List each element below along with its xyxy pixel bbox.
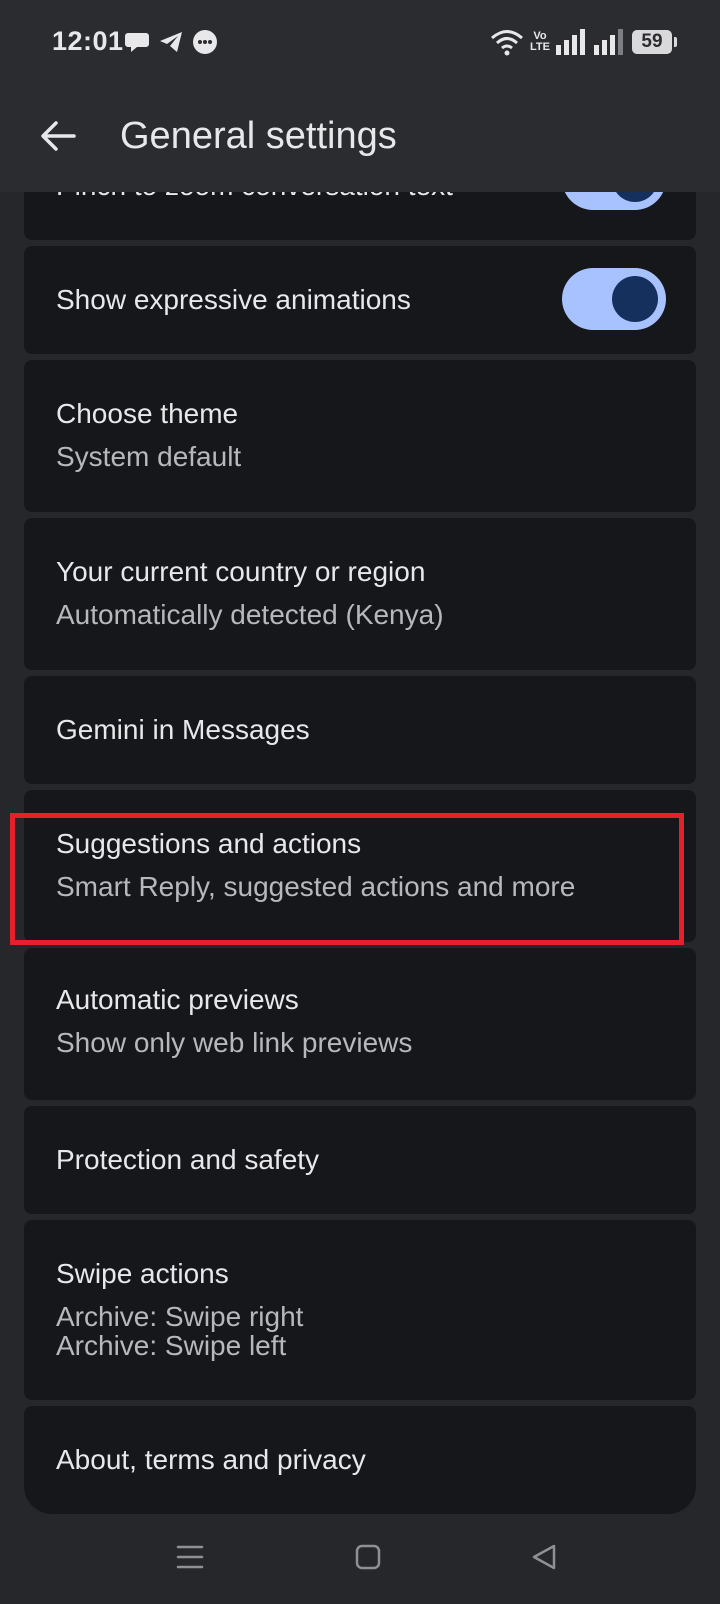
notification-icons: [124, 28, 218, 56]
nav-back-button[interactable]: [514, 1530, 574, 1584]
setting-expressive-animations[interactable]: Show expressive animations: [24, 246, 696, 354]
setting-suggestions-actions[interactable]: Suggestions and actions Smart Reply, sug…: [24, 790, 696, 942]
battery-level: 59: [641, 31, 663, 52]
setting-title: Automatic previews: [56, 984, 299, 1015]
setting-title: Swipe actions: [56, 1258, 229, 1289]
setting-choose-theme[interactable]: Choose theme System default: [24, 360, 696, 512]
setting-value: Automatically detected (Kenya): [56, 599, 444, 630]
page-title: General settings: [120, 115, 397, 157]
setting-value: Smart Reply, suggested actions and more: [56, 871, 576, 902]
message-dots-icon: [193, 30, 217, 54]
arrow-left-icon: [41, 121, 76, 151]
setting-protection-safety[interactable]: Protection and safety: [24, 1106, 696, 1214]
toggle-thumb: [612, 276, 658, 322]
setting-country-region[interactable]: Your current country or region Automatic…: [24, 518, 696, 670]
home-button[interactable]: [338, 1530, 398, 1584]
status-bar: 12:01 Vo LTE 59: [0, 0, 720, 84]
app-bar: General settings: [0, 84, 720, 192]
swipe-left-value: Archive: Swipe left: [56, 1330, 287, 1361]
wifi-icon: [491, 30, 524, 56]
chat-bubble-icon: [125, 33, 149, 52]
telegram-icon: [160, 32, 182, 52]
signal-strength-icon: [556, 29, 585, 55]
setting-title: Your current country or region: [56, 556, 426, 587]
setting-automatic-previews[interactable]: Automatic previews Show only web link pr…: [24, 948, 696, 1100]
setting-swipe-actions[interactable]: Swipe actions Archive: Swipe right Archi…: [24, 1220, 696, 1400]
status-time: 12:01: [52, 26, 124, 56]
square-home-icon: [355, 1544, 381, 1570]
back-button[interactable]: [28, 106, 88, 166]
setting-value: Show only web link previews: [56, 1027, 413, 1058]
status-icons: Vo LTE 59: [490, 26, 677, 58]
setting-title: Suggestions and actions: [56, 828, 362, 859]
setting-value: Archive: Swipe right Archive: Swipe left: [56, 1302, 303, 1360]
signal-strength-2-icon: [594, 29, 623, 55]
battery-icon: 59: [632, 30, 677, 54]
recents-button[interactable]: [160, 1530, 220, 1584]
navigation-bar: [0, 1510, 720, 1604]
menu-icon: [176, 1545, 204, 1569]
setting-title: Gemini in Messages: [56, 714, 310, 745]
setting-title: About, terms and privacy: [56, 1444, 366, 1475]
setting-title: Show expressive animations: [56, 284, 411, 315]
triangle-back-icon: [532, 1544, 556, 1570]
setting-about-terms[interactable]: About, terms and privacy: [24, 1406, 696, 1514]
volte-indicator: Vo LTE: [530, 31, 550, 53]
swipe-right-value: Archive: Swipe right: [56, 1301, 304, 1332]
setting-title: Choose theme: [56, 398, 239, 429]
lte-label: LTE: [530, 41, 550, 53]
setting-value: System default: [56, 441, 242, 472]
expressive-animations-toggle[interactable]: [562, 268, 666, 330]
setting-gemini[interactable]: Gemini in Messages: [24, 676, 696, 784]
setting-title: Protection and safety: [56, 1144, 320, 1175]
